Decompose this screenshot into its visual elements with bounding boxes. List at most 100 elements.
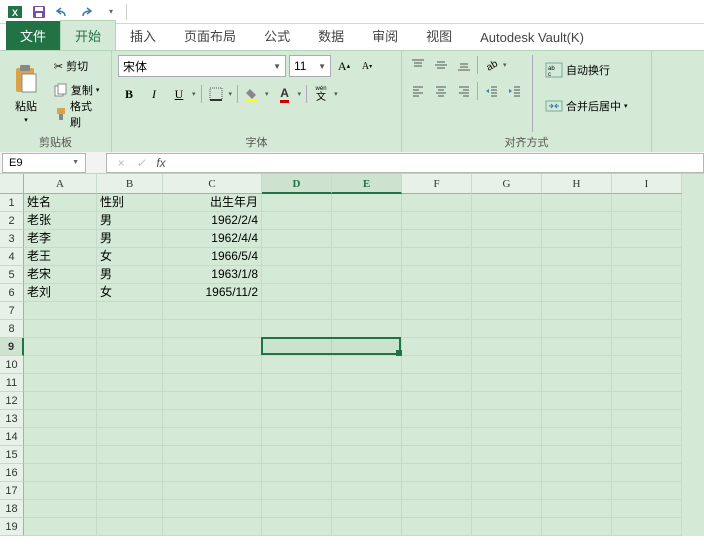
underline-button[interactable]: U▾ (168, 83, 198, 105)
cell-A12[interactable] (24, 392, 97, 410)
cell-D17[interactable] (262, 482, 332, 500)
cell-H16[interactable] (542, 464, 612, 482)
row-header-18[interactable]: 18 (0, 500, 24, 518)
cell-F19[interactable] (402, 518, 472, 536)
cell-A11[interactable] (24, 374, 97, 392)
cell-A8[interactable] (24, 320, 97, 338)
cell-H12[interactable] (542, 392, 612, 410)
cell-E2[interactable] (332, 212, 402, 230)
cell-F11[interactable] (402, 374, 472, 392)
row-header-11[interactable]: 11 (0, 374, 24, 392)
cell-E5[interactable] (332, 266, 402, 284)
cell-I8[interactable] (612, 320, 682, 338)
save-icon[interactable] (28, 2, 50, 22)
cell-I16[interactable] (612, 464, 682, 482)
column-header-A[interactable]: A (24, 174, 97, 194)
cell-G5[interactable] (472, 266, 542, 284)
cell-A19[interactable] (24, 518, 97, 536)
cell-A4[interactable]: 老王 (24, 248, 97, 266)
format-painter-button[interactable]: 格式刷 (50, 103, 105, 125)
column-header-H[interactable]: H (542, 174, 612, 194)
row-header-19[interactable]: 19 (0, 518, 24, 536)
cell-E19[interactable] (332, 518, 402, 536)
cell-I18[interactable] (612, 500, 682, 518)
cell-A14[interactable] (24, 428, 97, 446)
cell-C10[interactable] (163, 356, 262, 374)
cell-F4[interactable] (402, 248, 472, 266)
phonetic-button[interactable]: 文wén▾ (310, 83, 340, 105)
cell-H10[interactable] (542, 356, 612, 374)
cell-A5[interactable]: 老宋 (24, 266, 97, 284)
column-header-B[interactable]: B (97, 174, 163, 194)
cell-E18[interactable] (332, 500, 402, 518)
cell-F15[interactable] (402, 446, 472, 464)
cell-F10[interactable] (402, 356, 472, 374)
cell-A15[interactable] (24, 446, 97, 464)
row-header-16[interactable]: 16 (0, 464, 24, 482)
paste-button[interactable]: 粘贴 ▾ (6, 55, 46, 132)
cell-F13[interactable] (402, 410, 472, 428)
increase-font-icon[interactable]: A▴ (334, 56, 354, 76)
cell-F16[interactable] (402, 464, 472, 482)
row-header-5[interactable]: 5 (0, 266, 24, 284)
cell-B9[interactable] (97, 338, 163, 356)
cell-G2[interactable] (472, 212, 542, 230)
cell-G3[interactable] (472, 230, 542, 248)
cell-I13[interactable] (612, 410, 682, 428)
cell-C5[interactable]: 1963/1/8 (163, 266, 262, 284)
cell-D11[interactable] (262, 374, 332, 392)
cell-H14[interactable] (542, 428, 612, 446)
cell-D12[interactable] (262, 392, 332, 410)
cell-A18[interactable] (24, 500, 97, 518)
cell-D3[interactable] (262, 230, 332, 248)
align-middle-icon[interactable] (431, 55, 451, 75)
cell-B6[interactable]: 女 (97, 284, 163, 302)
cell-D5[interactable] (262, 266, 332, 284)
cell-C18[interactable] (163, 500, 262, 518)
cell-D10[interactable] (262, 356, 332, 374)
cell-D9[interactable] (262, 338, 332, 356)
cell-D2[interactable] (262, 212, 332, 230)
cell-G19[interactable] (472, 518, 542, 536)
column-header-E[interactable]: E (332, 174, 402, 194)
cell-E11[interactable] (332, 374, 402, 392)
cell-H3[interactable] (542, 230, 612, 248)
wrap-text-button[interactable]: abc 自动换行 (541, 55, 632, 85)
cell-A16[interactable] (24, 464, 97, 482)
cell-E17[interactable] (332, 482, 402, 500)
cancel-formula-icon[interactable]: × (111, 156, 131, 170)
tab-home[interactable]: 开始 (60, 20, 116, 50)
cell-H18[interactable] (542, 500, 612, 518)
cell-F9[interactable] (402, 338, 472, 356)
cell-D8[interactable] (262, 320, 332, 338)
cell-D19[interactable] (262, 518, 332, 536)
cell-B19[interactable] (97, 518, 163, 536)
align-right-icon[interactable] (454, 81, 474, 101)
cell-C11[interactable] (163, 374, 262, 392)
cell-G8[interactable] (472, 320, 542, 338)
cell-H6[interactable] (542, 284, 612, 302)
cell-C17[interactable] (163, 482, 262, 500)
cell-H13[interactable] (542, 410, 612, 428)
cell-G11[interactable] (472, 374, 542, 392)
undo-icon[interactable] (52, 2, 74, 22)
cell-C4[interactable]: 1966/5/4 (163, 248, 262, 266)
cell-E4[interactable] (332, 248, 402, 266)
cell-G16[interactable] (472, 464, 542, 482)
cell-F18[interactable] (402, 500, 472, 518)
cell-I10[interactable] (612, 356, 682, 374)
cell-G6[interactable] (472, 284, 542, 302)
cell-B16[interactable] (97, 464, 163, 482)
cell-A2[interactable]: 老张 (24, 212, 97, 230)
cell-B14[interactable] (97, 428, 163, 446)
borders-button[interactable]: ▾ (205, 83, 235, 105)
row-header-2[interactable]: 2 (0, 212, 24, 230)
tab-view[interactable]: 视图 (412, 21, 466, 50)
decrease-indent-icon[interactable] (481, 81, 501, 101)
cell-H15[interactable] (542, 446, 612, 464)
enter-formula-icon[interactable]: ✓ (131, 156, 151, 170)
cell-F3[interactable] (402, 230, 472, 248)
cell-F17[interactable] (402, 482, 472, 500)
cell-B12[interactable] (97, 392, 163, 410)
align-center-icon[interactable] (431, 81, 451, 101)
